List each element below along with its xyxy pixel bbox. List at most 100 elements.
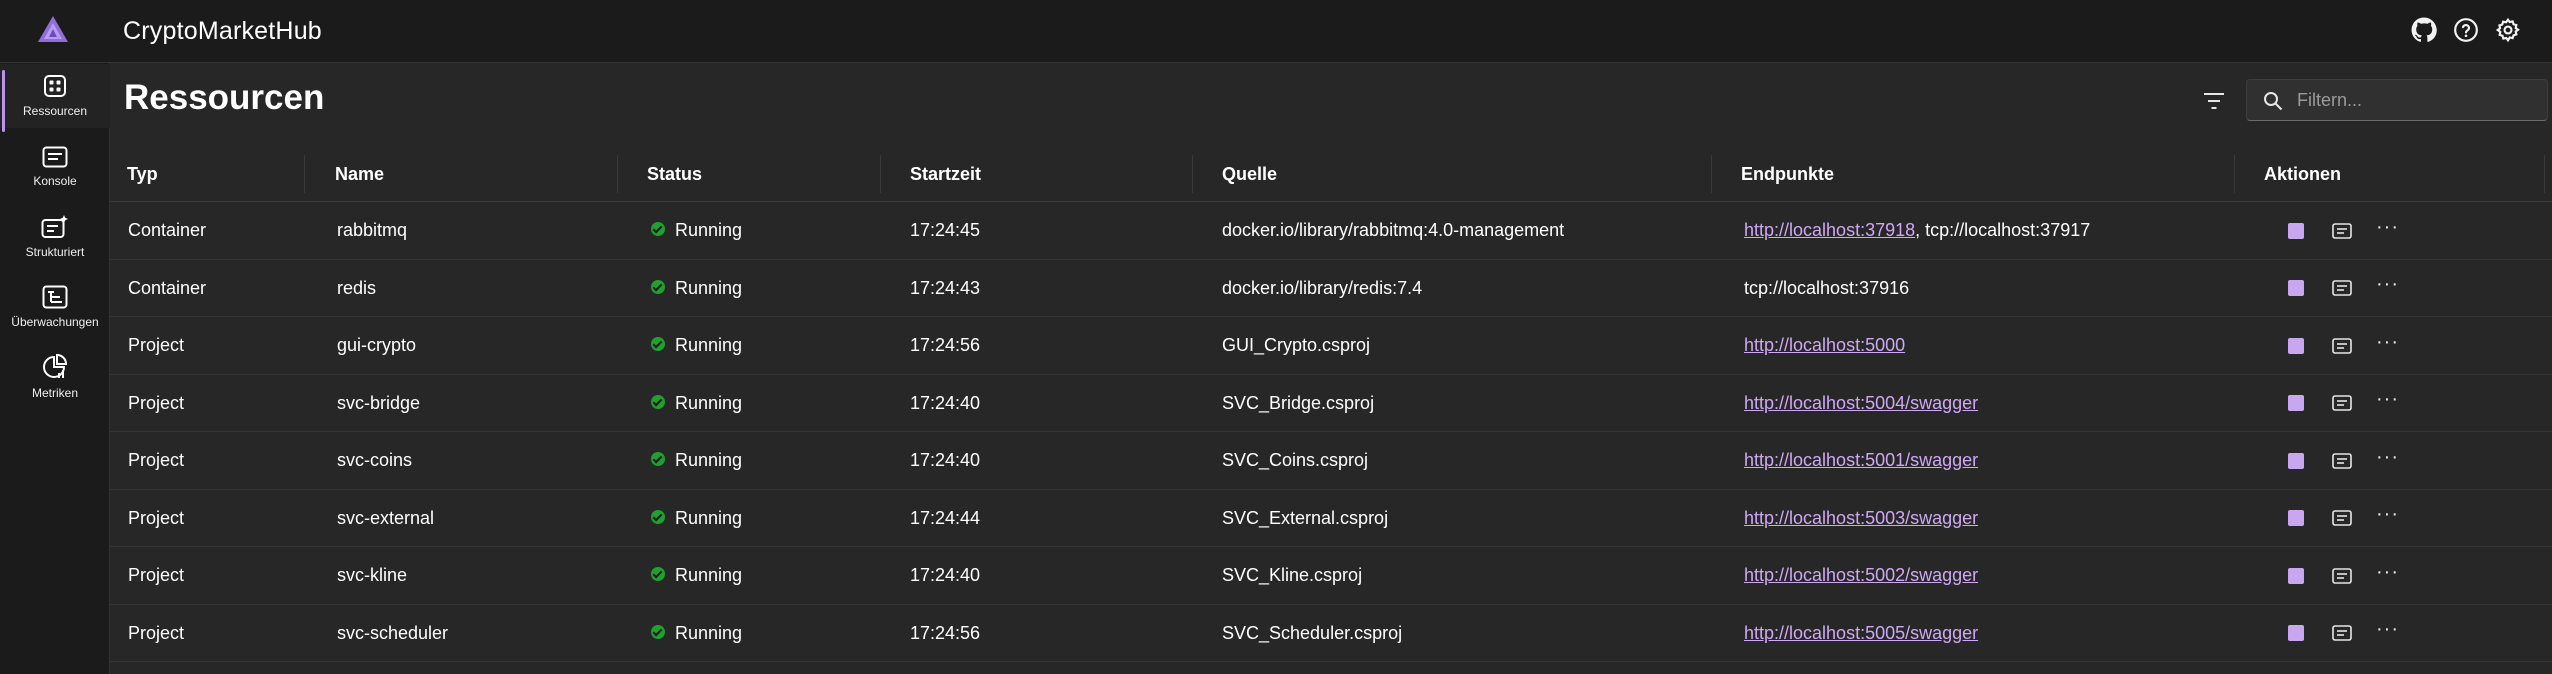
search-input[interactable] <box>2297 80 2537 120</box>
stop-icon[interactable] <box>2288 567 2304 584</box>
stop-icon[interactable] <box>2288 395 2304 411</box>
stop-icon[interactable] <box>2288 510 2304 526</box>
sidebar-item-ressourcen[interactable]: Ressourcen <box>0 64 110 132</box>
resources-icon <box>44 75 66 97</box>
endpoint-link[interactable]: http://localhost:37918 <box>1744 220 1915 240</box>
running-status-icon <box>651 624 665 639</box>
table-row[interactable]: Project svc-kline Running 17:24:40 SVC_K… <box>110 547 2552 605</box>
help-icon[interactable] <box>2452 16 2480 44</box>
table-row[interactable]: Project svc-scheduler Running 17:24:56 S… <box>110 605 2552 662</box>
endpoint-link[interactable]: http://localhost:5000 <box>1744 335 1905 355</box>
sidebar-item-label: Ressourcen <box>22 104 88 118</box>
column-divider[interactable] <box>2234 155 2235 193</box>
column-header-name[interactable]: Name <box>335 147 384 202</box>
cell-start-time: 17:24:43 <box>910 277 981 298</box>
top-bar: CryptoMarketHub <box>0 0 2552 63</box>
column-header-endpunkte[interactable]: Endpunkte <box>1741 147 1834 202</box>
sidebar-item-label: Strukturiert <box>25 245 85 259</box>
cell-endpoints: http://localhost:37918, tcp://localhost:… <box>1744 202 2090 259</box>
sidebar-item-ueberwachungen[interactable]: Überwachungen <box>0 275 110 339</box>
cell-start-time: 17:24:40 <box>910 392 981 413</box>
endpoint-text: tcp://localhost:37916 <box>1744 277 1910 298</box>
column-divider[interactable] <box>880 155 881 193</box>
endpoint-link[interactable]: http://localhost:5003/swagger <box>1744 508 1978 528</box>
stop-icon[interactable] <box>2288 625 2304 641</box>
sidebar-item-konsole[interactable]: Konsole <box>0 135 110 199</box>
stop-icon[interactable] <box>2288 222 2304 239</box>
cell-name: svc-coins <box>337 450 413 470</box>
github-icon[interactable] <box>2410 16 2438 44</box>
table-row[interactable]: Project svc-bridge Running 17:24:40 SVC_… <box>110 375 2552 432</box>
console-logs-icon[interactable] <box>2332 625 2352 641</box>
cell-endpoints: http://localhost:5005/swagger <box>1744 605 1978 662</box>
sidebar-item-strukturiert[interactable]: Strukturiert <box>0 205 110 269</box>
more-options-icon[interactable]: ··· <box>2376 447 2399 467</box>
stop-icon[interactable] <box>2288 280 2304 296</box>
table-row[interactable]: Container rabbitmq Running 17:24:45 dock… <box>110 202 2552 260</box>
column-divider[interactable] <box>304 155 305 193</box>
cell-name: redis <box>337 277 377 298</box>
cell-source: GUI_Crypto.csproj <box>1222 335 1371 355</box>
page-title: Ressourcen <box>124 78 325 117</box>
app-logo-icon[interactable] <box>38 16 68 42</box>
search-field[interactable] <box>2246 79 2548 121</box>
running-status-icon <box>651 394 665 409</box>
running-status-icon <box>651 337 665 352</box>
endpoint-link[interactable]: http://localhost:5001/swagger <box>1744 450 1978 470</box>
column-header-status[interactable]: Status <box>647 147 702 202</box>
column-divider[interactable] <box>2544 155 2545 193</box>
cell-source: SVC_Scheduler.csproj <box>1222 622 1403 643</box>
console-logs-icon[interactable] <box>2332 452 2352 469</box>
row-actions: ··· <box>2276 375 2399 432</box>
column-header-typ[interactable]: Typ <box>127 147 158 202</box>
cell-source: SVC_Kline.csproj <box>1222 565 1363 585</box>
search-icon <box>2264 92 2283 111</box>
endpoint-link[interactable]: http://localhost:5002/swagger <box>1744 565 1978 585</box>
table-row[interactable]: Project gui-crypto Running 17:24:56 GUI_… <box>110 317 2552 375</box>
cell-endpoints: http://localhost:5000 <box>1744 317 1905 374</box>
cell-source: SVC_Bridge.csproj <box>1222 392 1375 413</box>
sidebar-nav: Ressourcen Konsole Strukturiert Überwach… <box>0 63 110 674</box>
cell-name: svc-bridge <box>337 392 421 413</box>
stop-icon[interactable] <box>2288 337 2304 354</box>
column-header-quelle[interactable]: Quelle <box>1222 147 1277 202</box>
more-options-icon[interactable]: ··· <box>2376 217 2399 237</box>
more-options-icon[interactable]: ··· <box>2376 619 2399 639</box>
stop-icon[interactable] <box>2288 452 2304 469</box>
endpoint-link[interactable]: http://localhost:5005/swagger <box>1744 623 1978 643</box>
row-actions: ··· <box>2276 432 2399 489</box>
cell-source: SVC_Coins.csproj <box>1222 450 1369 470</box>
column-divider[interactable] <box>1192 155 1193 193</box>
console-logs-icon[interactable] <box>2332 395 2352 411</box>
cell-type: Project <box>128 507 185 528</box>
table-row[interactable]: Project svc-coins Running 17:24:40 SVC_C… <box>110 432 2552 490</box>
console-logs-icon[interactable] <box>2332 567 2352 584</box>
column-divider[interactable] <box>1711 155 1712 193</box>
console-logs-icon[interactable] <box>2332 222 2352 239</box>
console-logs-icon[interactable] <box>2332 337 2352 354</box>
cell-name: svc-kline <box>337 565 408 585</box>
status-text: Running <box>675 450 743 470</box>
table-row[interactable]: Project svc-external Running 17:24:44 SV… <box>110 490 2552 547</box>
column-divider[interactable] <box>617 155 618 193</box>
sidebar-item-metriken[interactable]: Metriken <box>0 345 110 409</box>
more-options-icon[interactable]: ··· <box>2376 332 2399 352</box>
running-status-icon <box>651 509 665 524</box>
more-options-icon[interactable]: ··· <box>2376 389 2399 409</box>
column-header-startzeit[interactable]: Startzeit <box>910 147 981 202</box>
cell-endpoints: tcp://localhost:37916 <box>1744 260 1909 317</box>
status-text: Running <box>675 335 743 355</box>
settings-gear-icon[interactable] <box>2494 16 2522 44</box>
more-options-icon[interactable]: ··· <box>2376 504 2399 524</box>
more-options-icon[interactable]: ··· <box>2376 562 2399 582</box>
endpoint-link[interactable]: http://localhost:5004/swagger <box>1744 393 1978 413</box>
endpoint-text: , tcp://localhost:37917 <box>1915 220 2091 240</box>
more-options-icon[interactable]: ··· <box>2376 274 2399 294</box>
filter-button[interactable] <box>2200 87 2228 115</box>
cell-endpoints: http://localhost:5004/swagger <box>1744 375 1978 432</box>
app-title[interactable]: CryptoMarketHub <box>123 17 322 46</box>
console-logs-icon[interactable] <box>2332 510 2352 526</box>
table-row[interactable]: Container redis Running 17:24:43 docker.… <box>110 260 2552 317</box>
cell-status: Running <box>651 547 742 604</box>
console-logs-icon[interactable] <box>2332 280 2352 296</box>
